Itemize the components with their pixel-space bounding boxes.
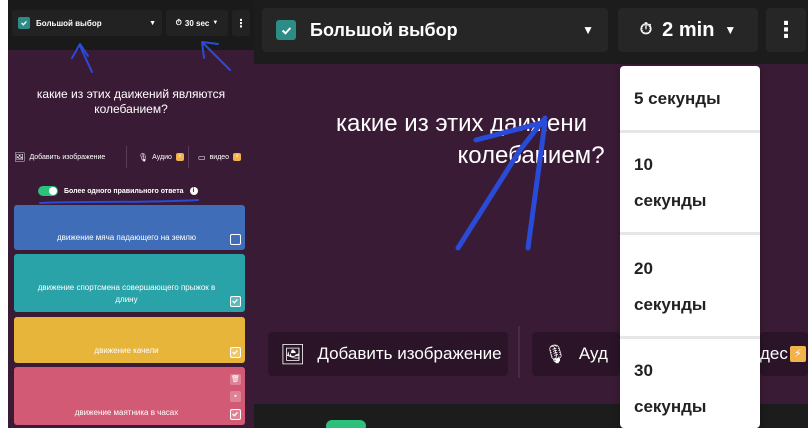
add-image-button[interactable]: 🖼 Добавить изображение: [268, 332, 508, 376]
timer-dropdown[interactable]: ⏱ 2 min ▼: [618, 8, 758, 52]
delete-icon[interactable]: 🗑: [230, 374, 241, 385]
timer-option-20s[interactable]: 20 секунды: [620, 256, 760, 318]
question-line-1: какие из этих даижени: [336, 110, 587, 137]
question-type-dropdown[interactable]: Большой выбор ▼: [262, 8, 608, 52]
divider: [126, 146, 127, 168]
image-icon: 🖼: [14, 151, 26, 162]
timer-option-number: 20: [634, 259, 653, 278]
checkbox-icon: [276, 20, 296, 40]
add-video-button[interactable]: ▭ видео ⚡: [198, 147, 242, 167]
screenshot-root: Большой выбор ▼ ⏱ 30 sec ▼ ⋮ какие из эт…: [0, 0, 808, 428]
correct-checkbox[interactable]: [230, 409, 241, 420]
add-image-label: Добавить изображение: [29, 153, 106, 161]
lightning-badge-icon: ⚡: [789, 346, 806, 362]
add-image-button[interactable]: 🖼 Добавить изображение: [14, 147, 105, 167]
add-audio-label: Аудио: [152, 153, 172, 161]
add-audio-button[interactable]: 🎙 Ауд: [532, 332, 620, 376]
video-icon: ▭: [198, 152, 206, 162]
caret-down-icon: ▼: [212, 20, 219, 26]
more-options-button[interactable]: ⋮: [766, 8, 806, 52]
lightning-badge-icon: ⚡: [233, 153, 242, 161]
multi-correct-toggle[interactable]: [38, 186, 58, 196]
menu-divider: [620, 336, 760, 339]
timer-option-10s[interactable]: 10 секунды: [620, 152, 760, 214]
left-editor-panel: Большой выбор ▼ ⏱ 30 sec ▼ ⋮ какие из эт…: [8, 0, 254, 428]
question-type-label: Большой выбор: [36, 18, 102, 28]
more-options-button[interactable]: ⋮: [232, 10, 250, 36]
answer-option-2[interactable]: движение спортсмена совершающего прыжок …: [14, 254, 245, 312]
info-icon[interactable]: i: [189, 187, 198, 195]
timer-option-unit: секунды: [634, 397, 707, 416]
add-audio-button[interactable]: 🎙 Аудио ⚡: [138, 147, 184, 167]
caret-down-icon: ▼: [724, 23, 737, 37]
add-video-label: видео: [209, 153, 230, 161]
answer-option-3[interactable]: движение качели: [14, 317, 245, 363]
timer-option-number: 30: [634, 361, 653, 380]
microphone-icon: 🎙: [138, 152, 149, 162]
add-audio-label: Ауд: [578, 344, 608, 363]
question-type-label: Большой выбор: [310, 19, 458, 40]
stopwatch-icon: ⏱: [639, 21, 653, 38]
timer-option-unit: секунды: [634, 295, 707, 314]
timer-option-label: 5 секунды: [634, 89, 721, 108]
answer-text: движение маятника в часах: [74, 408, 179, 417]
question-line-2-tail: ?: [591, 142, 605, 169]
timer-option-number: 10: [634, 155, 653, 174]
timer-label: 2 min: [662, 18, 715, 41]
correct-checkbox[interactable]: [230, 234, 241, 245]
question-line-2: колебанием: [457, 142, 592, 169]
divider: [188, 146, 189, 168]
multi-correct-toggle-row: Более одного правильного ответа i: [38, 184, 198, 198]
caret-down-icon: ▼: [149, 19, 156, 27]
add-video-label: дес: [760, 344, 788, 363]
correct-checkbox[interactable]: [230, 296, 241, 307]
timer-dropdown[interactable]: ⏱ 30 sec ▼: [166, 10, 228, 36]
lightning-badge-icon: ⚡: [175, 153, 184, 161]
caret-down-icon: ▼: [582, 23, 594, 37]
add-image-label: Добавить изображение: [317, 344, 502, 363]
checkbox-icon: [18, 17, 30, 29]
stopwatch-icon: ⏱: [175, 18, 182, 27]
timer-options-menu: 5 секунды 10 секунды 20 секунды 30 секун…: [620, 66, 760, 428]
divider: [518, 326, 520, 378]
question-text[interactable]: какие из этих даижений являются колебани…: [8, 62, 254, 142]
answer-text: движение спортсмена совершающего прыжок …: [37, 283, 216, 304]
answer-text: движение качели: [94, 346, 159, 355]
timer-label: 30 sec: [184, 18, 210, 28]
answer-option-1[interactable]: движение мяча падающего на землю: [14, 205, 245, 250]
multi-correct-toggle[interactable]: [326, 420, 366, 428]
menu-divider: [620, 232, 760, 235]
image-icon[interactable]: ▪: [230, 391, 241, 402]
timer-option-30s[interactable]: 30 секунды: [620, 358, 760, 420]
timer-option-unit: секунды: [634, 191, 707, 210]
timer-option-5s[interactable]: 5 секунды: [620, 86, 760, 112]
answer-text: движение мяча падающего на землю: [57, 233, 196, 242]
left-toolbar: Большой выбор ▼ ⏱ 30 sec ▼ ⋮: [8, 0, 254, 50]
question-type-dropdown[interactable]: Большой выбор ▼: [12, 10, 162, 36]
image-icon: 🖼: [280, 343, 306, 366]
add-video-button[interactable]: дес ⚡: [760, 332, 808, 376]
menu-divider: [620, 130, 760, 133]
correct-checkbox[interactable]: [230, 347, 241, 358]
multi-correct-label: Более одного правильного ответа: [64, 187, 184, 195]
right-toolbar: Большой выбор ▼ ⏱ 2 min ▼ ⋮: [254, 0, 808, 64]
answer-option-4[interactable]: движение маятника в часах 🗑 ▪: [14, 367, 245, 425]
microphone-icon: 🎙: [544, 343, 567, 364]
